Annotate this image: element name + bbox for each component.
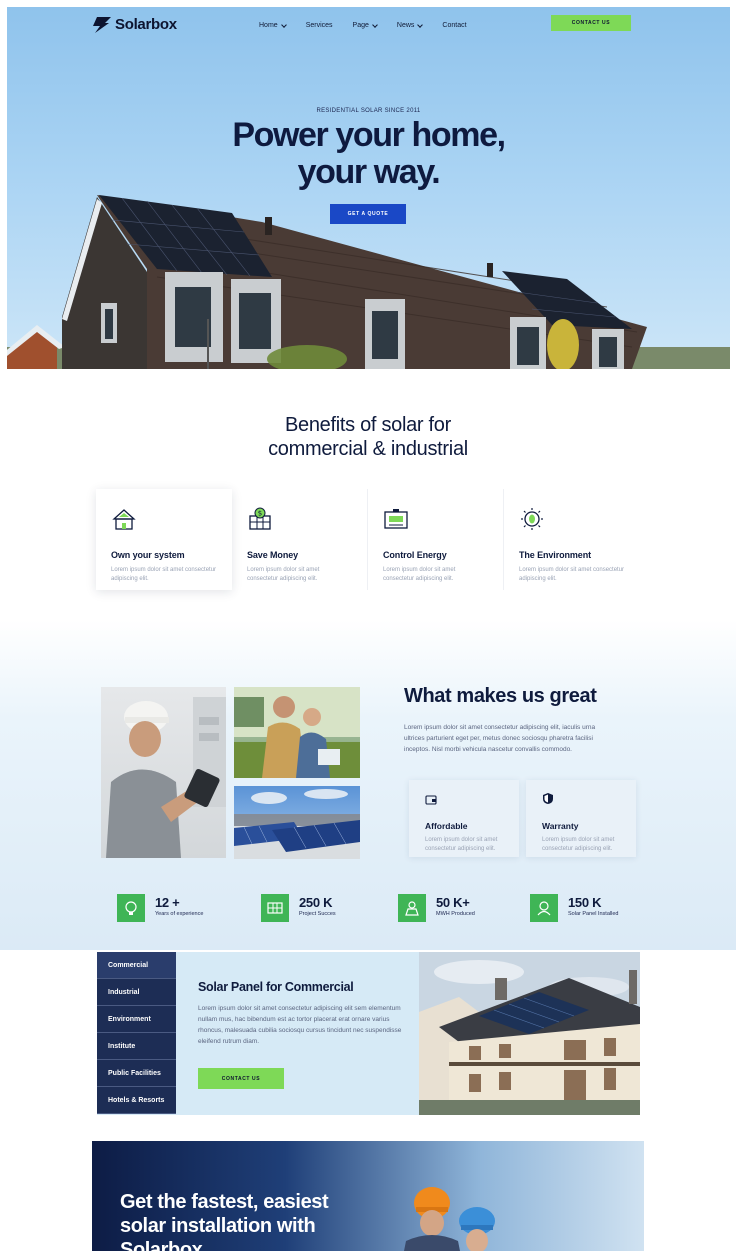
nav-contact[interactable]: Contact <box>442 22 466 29</box>
stat-mwh: 50 K+ MWH Produced <box>398 894 475 922</box>
stat-number: 150 K <box>568 895 602 910</box>
cta-banner: Get the fastest, easiest solar installat… <box>92 1141 644 1251</box>
benefit-card[interactable]: The Environment Lorem ipsum dolor sit am… <box>504 489 640 590</box>
technician-photo <box>101 687 226 858</box>
commercial-building-photo <box>419 952 640 1115</box>
benefits-title-line2: commercial & industrial <box>268 438 468 460</box>
nav-news-label: News <box>396 22 415 29</box>
nav-home-label: Home <box>259 22 278 29</box>
bulb-icon <box>117 894 145 922</box>
tab-industrial[interactable]: Industrial <box>97 979 176 1006</box>
tab-institute[interactable]: Institute <box>97 1033 176 1060</box>
nav-news[interactable]: News <box>396 21 424 29</box>
benefit-text: Lorem ipsum dolor sit amet consectetur a… <box>519 567 625 582</box>
benefit-text: Lorem ipsum dolor sit amet consectetur a… <box>247 567 320 582</box>
benefit-card[interactable]: $ Save Money Lorem ipsum dolor sit amet … <box>232 489 368 590</box>
stat-label: Years of experience <box>155 911 204 917</box>
shield-icon <box>543 793 553 804</box>
nav-menu: Home Services Page News Contact <box>259 21 467 29</box>
stat-years: 12 + Years of experience <box>117 894 203 922</box>
benefit-card[interactable]: Own your system Lorem ipsum dolor sit am… <box>96 489 232 590</box>
stat-number: 250 K <box>299 895 333 910</box>
installer-icon <box>530 894 558 922</box>
benefit-card[interactable]: Control Energy Lorem ipsum dolor sit ame… <box>368 489 504 590</box>
brand-name: Solarbox <box>115 16 177 33</box>
bolt-logo-icon <box>93 16 111 33</box>
wallet-icon <box>425 795 437 805</box>
eco-sun-icon <box>521 508 543 530</box>
commercial-section: Commercial Industrial Environment Instit… <box>97 952 640 1115</box>
chevron-down-icon <box>417 21 424 28</box>
page: Solarbox Home Services Page News Contact… <box>0 0 736 1251</box>
tab-hotels-resorts[interactable]: Hotels & Resorts <box>97 1087 176 1114</box>
feature-title: Affordable <box>425 821 468 831</box>
hero-title-line1: Power your home, <box>232 116 506 154</box>
svg-text:$: $ <box>258 510 262 518</box>
tab-public-facilities[interactable]: Public Facilities <box>97 1060 176 1087</box>
hero-title-line2: your way. <box>297 153 441 191</box>
stat-installed: 150 K Solar Panel Installed <box>530 894 618 922</box>
benefits-title-line1: Benefits of solar for <box>284 414 451 436</box>
sun-panel-icon <box>398 894 426 922</box>
benefit-title: Control Energy <box>383 550 447 560</box>
banner-title: Get the fastest, easiest solar installat… <box>120 1191 329 1251</box>
house-solar-icon <box>112 509 136 530</box>
hero-section: Solarbox Home Services Page News Contact… <box>7 7 730 369</box>
stat-number: 12 + <box>155 895 180 910</box>
benefit-title: The Environment <box>519 550 592 560</box>
nav-page[interactable]: Page <box>352 21 378 29</box>
battery-meter-icon <box>384 509 408 529</box>
solar-money-icon: $ <box>249 507 271 530</box>
nav-home[interactable]: Home <box>259 21 287 29</box>
nav-services[interactable]: Services <box>306 22 333 29</box>
stat-label: MWH Produced <box>436 911 475 917</box>
sector-tabs: Commercial Industrial Environment Instit… <box>97 952 176 1115</box>
tab-commercial[interactable]: Commercial <box>97 952 176 979</box>
benefit-text: Lorem ipsum dolor sit amet consectetur a… <box>111 567 217 582</box>
feature-title: Warranty <box>542 821 579 831</box>
stat-label: Solar Panel Installed <box>568 911 619 917</box>
get-quote-button[interactable]: GET A QUOTE <box>330 204 406 224</box>
stat-projects: 250 K Project Succes <box>261 894 336 922</box>
benefit-text: Lorem ipsum dolor sit amet consectetur a… <box>383 567 456 582</box>
nav-services-label: Services <box>305 22 333 29</box>
nav-contact-label: Contact <box>442 22 467 29</box>
feature-text: Lorem ipsum dolor sit amet consectetur a… <box>542 837 615 852</box>
feature-card-warranty[interactable]: Warranty Lorem ipsum dolor sit amet cons… <box>526 780 636 857</box>
stat-label: Project Succes <box>299 911 336 917</box>
stat-number: 50 K+ <box>436 895 470 910</box>
benefits-list: Own your system Lorem ipsum dolor sit am… <box>96 489 640 590</box>
benefits-title: Benefits of solar for commercial & indus… <box>0 413 736 461</box>
feature-card-affordable[interactable]: Affordable Lorem ipsum dolor sit amet co… <box>409 780 519 857</box>
workers-photo <box>404 1187 495 1251</box>
great-text: Lorem ipsum dolor sit amet consectetur a… <box>404 724 596 753</box>
commercial-title: Solar Panel for Commercial <box>198 980 354 994</box>
commercial-text: Lorem ipsum dolor sit amet consectetur a… <box>198 1005 402 1045</box>
family-photo <box>234 687 360 778</box>
top-nav: Solarbox Home Services Page News Contact… <box>7 7 730 45</box>
tab-environment[interactable]: Environment <box>97 1006 176 1033</box>
commercial-contact-button[interactable]: CONTACT US <box>198 1068 284 1089</box>
nav-contact-button[interactable]: CONTACT US <box>551 15 631 31</box>
brand-logo[interactable]: Solarbox <box>93 16 177 33</box>
hero-title: Power your home, your way. <box>7 117 730 191</box>
nav-page-label: Page <box>352 22 369 29</box>
chevron-down-icon <box>372 21 378 28</box>
benefit-title: Save Money <box>247 550 299 560</box>
great-title: What makes us great <box>404 685 597 707</box>
hero-eyebrow: RESIDENTIAL SOLAR SINCE 2011 <box>316 108 421 114</box>
panel-icon <box>261 894 289 922</box>
feature-text: Lorem ipsum dolor sit amet consectetur a… <box>425 837 498 852</box>
solar-farm-photo <box>234 786 360 859</box>
chevron-down-icon <box>280 21 287 28</box>
benefit-title: Own your system <box>111 550 185 560</box>
